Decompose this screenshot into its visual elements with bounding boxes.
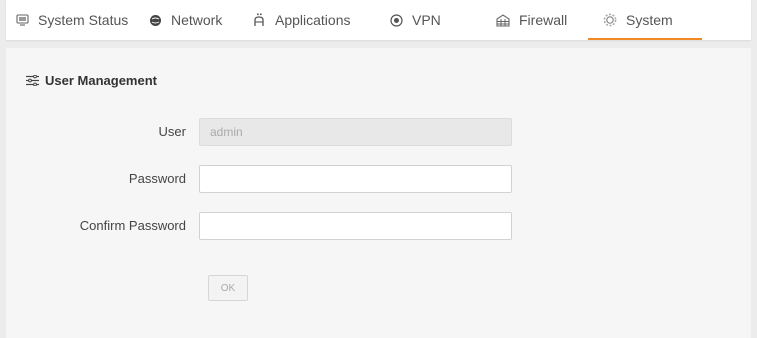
- tab-applications[interactable]: Applications: [252, 0, 351, 40]
- vpn-icon: [389, 13, 403, 27]
- user-management-panel: User Management User Password Confirm Pa…: [6, 48, 751, 338]
- tab-label: System: [626, 12, 673, 28]
- gear-icon: [603, 13, 617, 27]
- confirm-password-field[interactable]: [199, 212, 512, 240]
- monitor-icon: [15, 13, 29, 27]
- active-tab-indicator: [588, 38, 702, 40]
- tab-label: VPN: [412, 12, 441, 28]
- ok-button[interactable]: OK: [208, 275, 248, 301]
- tab-system-status[interactable]: System Status: [15, 0, 128, 40]
- tab-label: Firewall: [519, 12, 568, 28]
- section-title: User Management: [26, 73, 157, 88]
- firewall-icon: [496, 13, 510, 27]
- section-title-text: User Management: [45, 73, 157, 88]
- password-label: Password: [128, 171, 186, 186]
- tab-label: System Status: [38, 12, 129, 28]
- tab-label: Applications: [275, 12, 351, 28]
- sliders-icon: [26, 75, 39, 86]
- password-field[interactable]: [199, 165, 512, 193]
- tab-vpn[interactable]: VPN: [389, 0, 441, 40]
- user-label: User: [158, 124, 186, 139]
- user-field[interactable]: [199, 118, 512, 146]
- app-frame: System Status Network Applications VPN F: [6, 0, 751, 338]
- globe-icon: [148, 13, 162, 27]
- tab-label: Network: [171, 12, 223, 28]
- tab-network[interactable]: Network: [148, 0, 222, 40]
- apps-icon: [252, 13, 266, 27]
- tab-firewall[interactable]: Firewall: [496, 0, 567, 40]
- top-nav: System Status Network Applications VPN F: [6, 0, 751, 40]
- confirm-password-label: Confirm Password: [79, 218, 186, 233]
- tab-system[interactable]: System: [588, 0, 702, 40]
